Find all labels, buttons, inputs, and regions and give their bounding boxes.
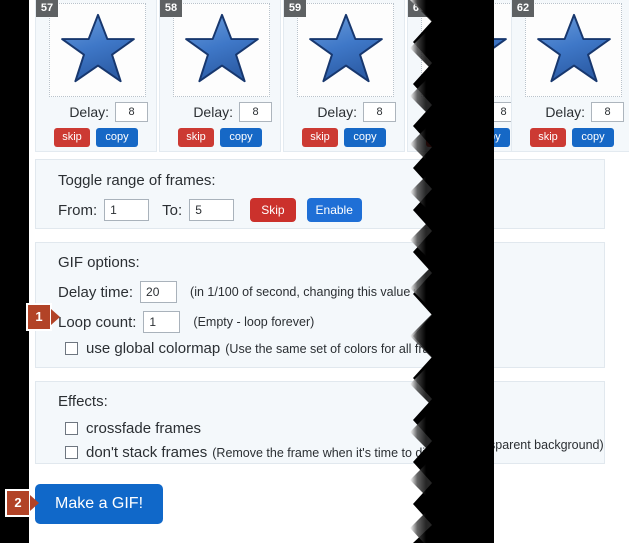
loop-count-row: Loop count: (Empty - loop forever)	[58, 311, 314, 333]
blue-star-icon	[308, 13, 383, 83]
frame-thumbnail[interactable]	[173, 3, 270, 97]
range-skip-button[interactable]: Skip	[250, 198, 296, 222]
frame-skip-button[interactable]: skip	[54, 128, 90, 147]
frame-number-badge: 62	[512, 0, 534, 17]
global-colormap-label: use global colormap	[86, 340, 221, 357]
blue-star-icon	[536, 13, 611, 83]
frame-button-row: skip copy	[36, 128, 156, 147]
center-occlusion-band	[410, 0, 494, 543]
toggle-range-title: Toggle range of frames:	[58, 172, 216, 189]
frame-delay-input[interactable]	[591, 102, 624, 122]
dont-stack-frames-label: don't stack frames	[86, 444, 208, 461]
dont-stack-frames-checkbox[interactable]	[65, 446, 78, 459]
dont-stack-frames-row[interactable]: don't stack frames (Remove the frame whe…	[65, 444, 425, 461]
frame-skip-button[interactable]: skip	[178, 128, 214, 147]
global-colormap-checkbox[interactable]	[65, 342, 78, 355]
frame-delay-label: Delay:	[545, 104, 585, 120]
frame-button-row: skip copy	[160, 128, 280, 147]
loop-count-input[interactable]	[143, 311, 181, 333]
step-marker-2-number: 2	[5, 489, 31, 517]
make-gif-button[interactable]: Make a GIF!	[35, 484, 164, 524]
frames-strip: 57 Delay: skip copy	[35, 0, 629, 152]
delay-time-row: Delay time: (in 1/100 of second, changin…	[58, 281, 431, 303]
crossfade-frames-label: crossfade frames	[86, 420, 202, 437]
frame-delay-input[interactable]	[239, 102, 272, 122]
global-colormap-hint: (Use the same set of colors for all fra	[225, 341, 430, 356]
crossfade-frames-checkbox[interactable]	[65, 422, 78, 435]
frame-delay-label: Delay:	[193, 104, 233, 120]
frame-copy-button[interactable]: copy	[220, 128, 262, 147]
frame-card[interactable]: 58 Delay: skip copy	[159, 0, 281, 152]
frame-number-badge: 59	[284, 0, 306, 17]
frame-card[interactable]: 57 Delay: skip copy	[35, 0, 157, 152]
loop-count-hint: (Empty - loop forever)	[193, 315, 315, 329]
frame-number-badge: 57	[36, 0, 58, 17]
frame-delay-input[interactable]	[363, 102, 396, 122]
loop-count-label: Loop count:	[58, 313, 137, 331]
frame-skip-button[interactable]: skip	[302, 128, 338, 147]
frame-delay-label: Delay:	[69, 104, 109, 120]
effects-title: Effects:	[58, 393, 108, 410]
range-from-input[interactable]	[104, 199, 150, 221]
frame-card[interactable]: 59 Delay: skip copy	[283, 0, 405, 152]
step-marker-1-number: 1	[26, 303, 52, 331]
gif-maker-page: 57 Delay: skip copy	[0, 0, 629, 543]
dont-stack-frames-hint-right: sparent background)	[489, 438, 604, 452]
blue-star-icon	[60, 13, 135, 83]
toggle-range-row: From: To: Skip Enable	[58, 198, 362, 222]
range-to-input[interactable]	[189, 199, 235, 221]
frame-copy-button[interactable]: copy	[572, 128, 614, 147]
global-colormap-row[interactable]: use global colormap (Use the same set of…	[65, 340, 430, 357]
frame-skip-button[interactable]: skip	[530, 128, 566, 147]
toggle-range-panel: Toggle range of frames: From: To: Skip E…	[35, 159, 605, 229]
frame-delay-row: Delay:	[512, 102, 624, 122]
blue-star-icon	[184, 13, 259, 83]
frame-delay-input[interactable]	[115, 102, 148, 122]
frame-copy-button[interactable]: copy	[96, 128, 138, 147]
gif-options-panel: GIF options: Delay time: (in 1/100 of se…	[35, 242, 605, 368]
from-label: From:	[58, 201, 98, 219]
frame-card[interactable]: 62 Delay: skip copy	[511, 0, 629, 152]
step-marker-2: 2	[5, 489, 39, 517]
dont-stack-frames-hint-left: (Remove the frame when it's time to di	[212, 445, 426, 460]
zigzag-band-icon	[410, 0, 494, 543]
frame-delay-row: Delay:	[36, 102, 148, 122]
frame-button-row: skip copy	[512, 128, 629, 147]
frame-copy-button[interactable]: copy	[344, 128, 386, 147]
gif-options-title: GIF options:	[58, 254, 140, 271]
step-marker-2-arrow	[30, 495, 39, 511]
frame-delay-label: Delay:	[317, 104, 357, 120]
frame-number-badge: 58	[160, 0, 182, 17]
to-label: To:	[162, 201, 183, 219]
delay-time-input[interactable]	[140, 281, 178, 303]
range-enable-button[interactable]: Enable	[306, 198, 362, 222]
frame-thumbnail[interactable]	[525, 3, 622, 97]
crossfade-frames-row[interactable]: crossfade frames	[65, 420, 201, 437]
step-marker-1: 1	[26, 303, 60, 331]
delay-time-hint: (in 1/100 of second, changing this value…	[190, 285, 432, 299]
delay-time-label: Delay time:	[58, 283, 134, 301]
frame-thumbnail[interactable]	[297, 3, 394, 97]
frame-thumbnail[interactable]	[49, 3, 146, 97]
frame-button-row: skip copy	[284, 128, 404, 147]
left-occlusion-strip	[0, 0, 29, 543]
frame-delay-row: Delay:	[284, 102, 396, 122]
step-marker-1-arrow	[51, 309, 60, 325]
frame-delay-row: Delay:	[160, 102, 272, 122]
